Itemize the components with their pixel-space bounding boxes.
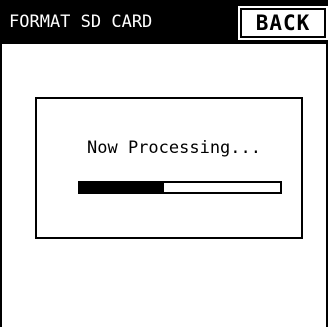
processing-dialog: Now Processing... bbox=[35, 97, 303, 239]
progress-bar bbox=[78, 181, 282, 194]
processing-message: Now Processing... bbox=[87, 138, 261, 158]
page-title: FORMAT SD CARD bbox=[9, 12, 153, 32]
format-sd-card-screen: FORMAT SD CARD BACK Now Processing... bbox=[0, 0, 328, 327]
progress-bar-fill bbox=[80, 183, 164, 192]
back-button[interactable]: BACK bbox=[238, 6, 328, 40]
header-bar: FORMAT SD CARD BACK bbox=[2, 0, 328, 44]
